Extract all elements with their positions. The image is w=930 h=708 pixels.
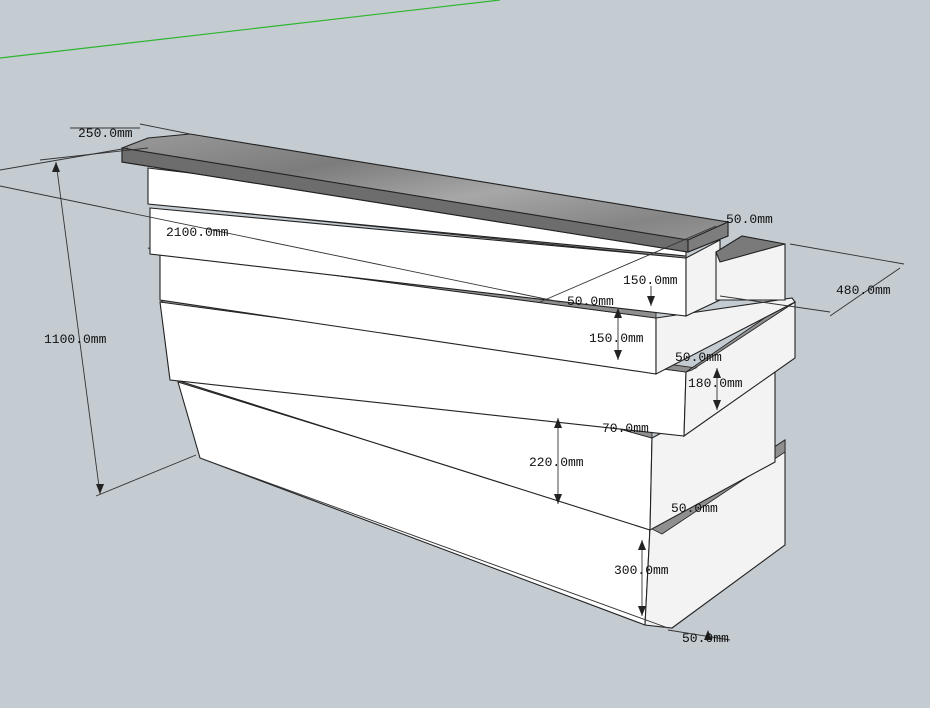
dim-gap2: 50.0mm bbox=[675, 350, 722, 365]
dim-tier3-height: 180.0mm bbox=[688, 376, 743, 391]
dim-top-thickness: 50.0mm bbox=[726, 212, 773, 227]
dim-tier4-height: 220.0mm bbox=[529, 455, 584, 470]
dim-plinth: 50.0mm bbox=[682, 631, 729, 646]
dim-top-depth: 250.0mm bbox=[78, 126, 133, 141]
dim-tier2-height: 150.0mm bbox=[589, 331, 644, 346]
back-counter[interactable] bbox=[715, 235, 786, 301]
sketchup-viewport[interactable]: 250.0mm 50.0mm 2100.0mm 1100.0mm 150.0mm… bbox=[0, 0, 930, 708]
dim-tier5-height: 300.0mm bbox=[614, 563, 669, 578]
dim-gap1: 50.0mm bbox=[567, 294, 614, 309]
dim-gap4: 50.0mm bbox=[671, 501, 718, 516]
dim-total-depth: 480.0mm bbox=[836, 283, 891, 298]
dim-total-length: 2100.0mm bbox=[166, 225, 229, 240]
dim-total-height: 1100.0mm bbox=[44, 332, 107, 347]
dim-tier1-height: 150.0mm bbox=[623, 273, 678, 288]
green-axis-line bbox=[0, 0, 501, 59]
dim-gap3: 70.0mm bbox=[602, 421, 649, 436]
reception-desk-model: 250.0mm 50.0mm 2100.0mm 1100.0mm 150.0mm… bbox=[0, 0, 905, 646]
